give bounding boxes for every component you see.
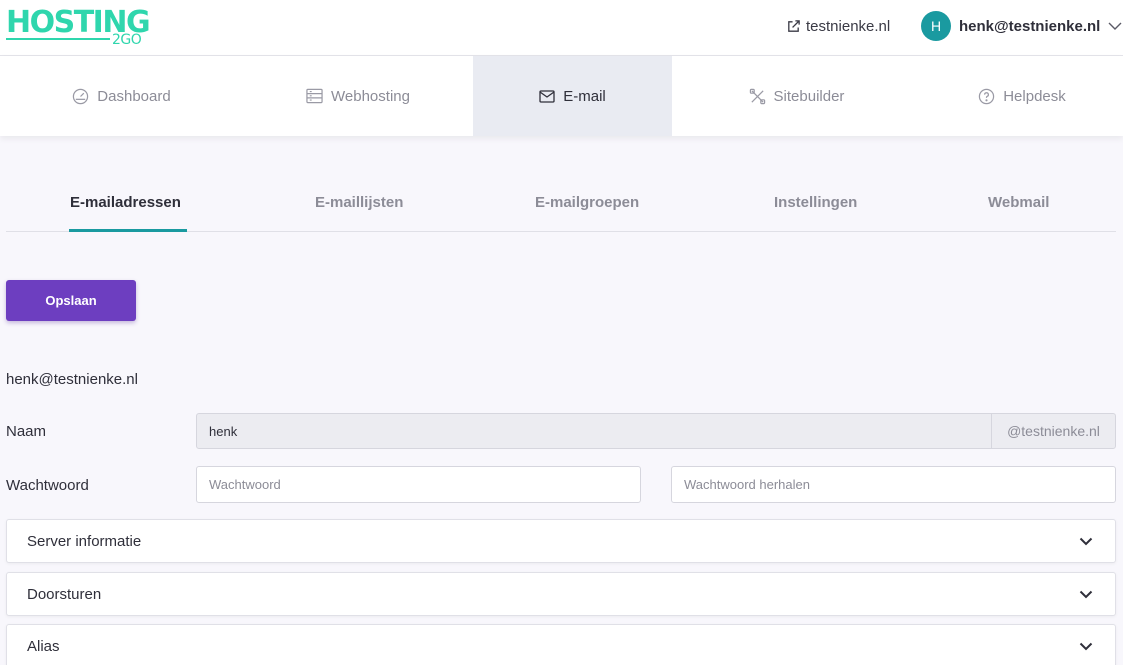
nav-label: Helpdesk xyxy=(1003,87,1066,105)
chevron-down-icon xyxy=(1108,22,1122,30)
password-repeat-field[interactable] xyxy=(671,466,1116,503)
chevron-down-icon xyxy=(1079,642,1093,651)
accordion-label: Server informatie xyxy=(27,533,142,550)
top-bar: HOSTING 2GO testnienke.nl H henk@testnie… xyxy=(0,0,1123,56)
name-label: Naam xyxy=(6,423,47,440)
nav-label: Sitebuilder xyxy=(773,87,845,105)
tab-webmail[interactable]: Webmail xyxy=(988,194,1049,211)
avatar: H xyxy=(921,11,951,41)
logo-underline xyxy=(6,38,110,40)
external-link-icon xyxy=(788,19,800,32)
save-button[interactable]: Opslaan xyxy=(6,280,136,321)
password-field[interactable] xyxy=(196,466,641,503)
accordion-server-informatie[interactable]: Server informatie xyxy=(6,519,1116,563)
name-field[interactable] xyxy=(196,413,992,449)
user-menu[interactable]: H henk@testnienke.nl xyxy=(921,11,1122,41)
dashboard-icon xyxy=(73,88,89,104)
envelope-icon xyxy=(539,89,555,103)
accordion-label: Doorsturen xyxy=(27,586,102,603)
accordion-alias[interactable]: Alias xyxy=(6,624,1116,665)
active-tab-indicator xyxy=(69,229,187,232)
nav-item-email[interactable]: E-mail xyxy=(473,56,672,136)
chevron-down-icon xyxy=(1079,537,1093,546)
nav-item-dashboard[interactable]: Dashboard xyxy=(0,56,243,136)
tab-instellingen[interactable]: Instellingen xyxy=(774,194,857,211)
domain-suffix: @testnienke.nl xyxy=(991,413,1116,449)
nav-item-helpdesk[interactable]: Helpdesk xyxy=(921,56,1123,136)
logo[interactable]: HOSTING 2GO xyxy=(6,5,156,51)
password-label: Wachtwoord xyxy=(6,477,89,494)
email-subtabs: E-mailadressen E-maillijsten E-mailgroep… xyxy=(6,176,1116,232)
server-icon xyxy=(306,88,323,104)
logo-sub-text: 2GO xyxy=(112,32,142,48)
accordion-label: Alias xyxy=(27,638,60,655)
site-link-label: testnienke.nl xyxy=(806,17,891,35)
tab-emailadressen[interactable]: E-mailadressen xyxy=(70,194,181,211)
tab-mailgroepen[interactable]: E-mailgroepen xyxy=(535,194,639,211)
nav-label: Dashboard xyxy=(97,87,171,105)
accordion-doorsturen[interactable]: Doorsturen xyxy=(6,572,1116,616)
account-title: henk@testnienke.nl xyxy=(6,371,138,388)
nav-label: E-mail xyxy=(563,87,606,105)
chevron-down-icon xyxy=(1079,590,1093,599)
tools-icon xyxy=(749,88,765,104)
nav-item-sitebuilder[interactable]: Sitebuilder xyxy=(672,56,921,136)
tab-maillijsten[interactable]: E-maillijsten xyxy=(315,194,403,211)
nav-item-webhosting[interactable]: Webhosting xyxy=(243,56,473,136)
main-nav: Dashboard Webhosting E-mail Sitebuilder … xyxy=(0,56,1123,136)
nav-label: Webhosting xyxy=(331,87,410,105)
user-email: henk@testnienke.nl xyxy=(959,17,1101,35)
help-icon xyxy=(979,88,995,104)
site-link[interactable]: testnienke.nl xyxy=(786,16,890,36)
